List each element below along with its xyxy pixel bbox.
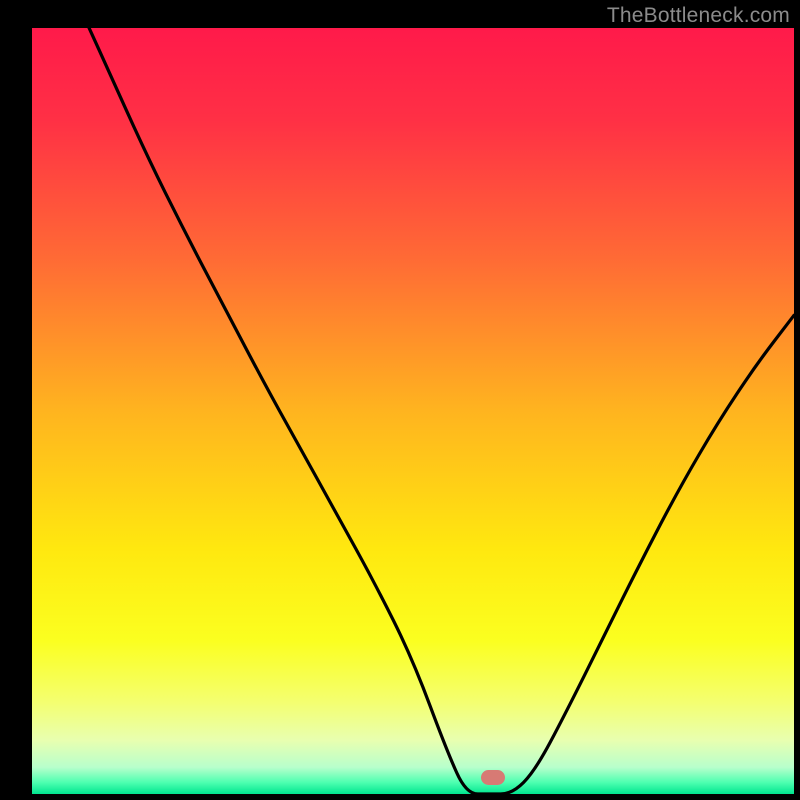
- watermark-label: TheBottleneck.com: [607, 4, 790, 28]
- chart-frame: TheBottleneck.com: [0, 0, 800, 800]
- optimum-marker: [481, 770, 505, 785]
- bottleneck-curve: [32, 28, 794, 794]
- plot-area: [32, 28, 794, 794]
